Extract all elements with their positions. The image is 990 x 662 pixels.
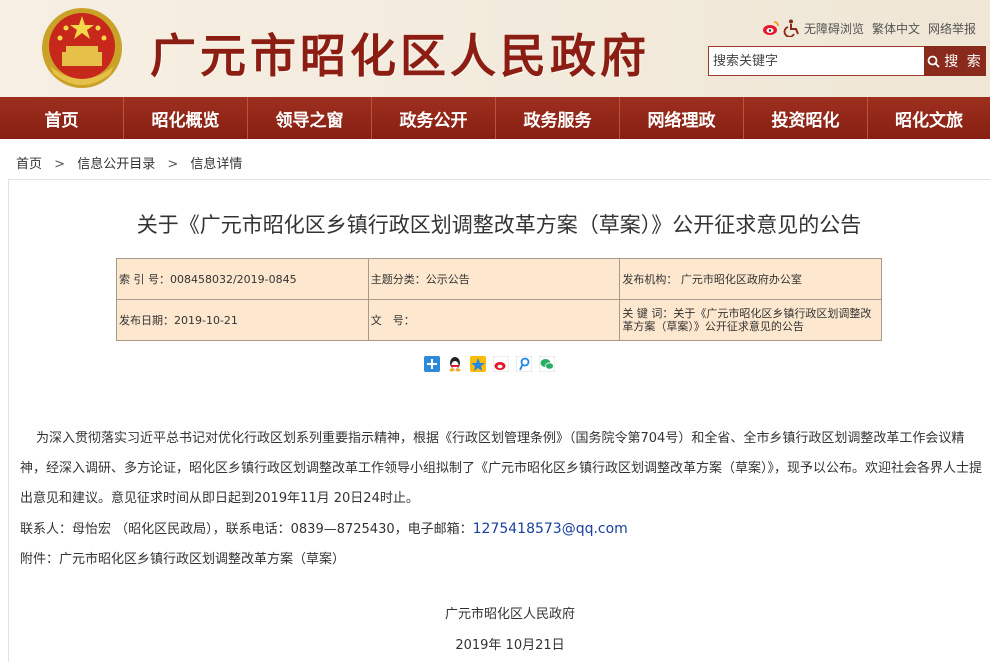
national-emblem-icon[interactable]	[40, 6, 124, 90]
meta-publisher: 发布机构： 广元市昭化区政府办公室	[619, 258, 882, 300]
traditional-chinese-link[interactable]: 繁体中文	[872, 20, 920, 37]
email-link[interactable]: 1275418573@qq.com	[473, 521, 628, 537]
breadcrumb-separator: >	[54, 157, 66, 172]
meta-doc-no: 文 号：	[367, 299, 621, 341]
article-body: 为深入贯彻落实习近平总书记对优化行政区划系列重要指示精神，根据《行政区划管理条例…	[20, 424, 982, 575]
search-button[interactable]: 搜 索	[924, 46, 986, 76]
signature-date: 2019年 10月21日	[455, 638, 565, 653]
share-bar	[424, 356, 562, 374]
nav-item-culture-tourism[interactable]: 昭化文旅	[868, 97, 990, 139]
nav-item-online-governance[interactable]: 网络理政	[620, 97, 744, 139]
qq-icon[interactable]	[447, 356, 463, 372]
nav-item-gov-services[interactable]: 政务服务	[496, 97, 620, 139]
sina-weibo-icon[interactable]	[493, 356, 509, 372]
weibo-icon[interactable]	[762, 19, 780, 37]
qzone-icon[interactable]	[470, 356, 486, 372]
utility-links: 无障碍浏览 繁体中文 网络举报	[762, 17, 984, 39]
signature-org: 广元市昭化区人民政府	[444, 607, 575, 622]
share-plus-icon[interactable]	[424, 356, 440, 372]
nav-item-investment[interactable]: 投资昭化	[744, 97, 868, 139]
meta-category: 主题分类：公示公告	[367, 258, 621, 300]
contact-text: 联系人：母怡宏 （昭化区民政局），联系电话：0839—8725430，电子邮箱：	[20, 522, 473, 537]
meta-index-no: 索 引 号：008458032/2019-0845	[116, 258, 369, 300]
search-button-label: 搜 索	[944, 54, 983, 70]
report-link[interactable]: 网络举报	[928, 20, 976, 37]
content-frame	[8, 179, 990, 662]
nav-item-overview[interactable]: 昭化概览	[124, 97, 248, 139]
breadcrumb: 首页 > 信息公开目录 > 信息详情	[16, 153, 242, 172]
article-title: 关于《广元市昭化区乡镇行政区划调整改革方案（草案）》公开征求意见的公告	[136, 213, 862, 237]
accessible-browsing-link[interactable]: 无障碍浏览	[804, 20, 864, 37]
meta-table: 索 引 号：008458032/2019-0845 主题分类：公示公告 发布机构…	[116, 258, 882, 341]
attachment-line[interactable]: 附件：广元市昭化区乡镇行政区划调整改革方案（草案）	[20, 545, 982, 575]
search-icon	[927, 55, 940, 68]
main-nav: 首页 昭化概览 领导之窗 政务公开 政务服务 网络理政 投资昭化 昭化文旅	[0, 97, 990, 139]
breadcrumb-detail[interactable]: 信息详情	[190, 157, 242, 172]
nav-item-gov-affairs[interactable]: 政务公开	[372, 97, 496, 139]
accessibility-icon[interactable]	[783, 19, 801, 37]
breadcrumb-catalog[interactable]: 信息公开目录	[77, 157, 155, 172]
article-paragraph: 为深入贯彻落实习近平总书记对优化行政区划系列重要指示精神，根据《行政区划管理条例…	[20, 431, 983, 506]
meta-date: 发布日期：2019-10-21	[116, 299, 369, 341]
nav-item-home[interactable]: 首页	[0, 97, 124, 139]
nav-item-leaders[interactable]: 领导之窗	[248, 97, 372, 139]
wechat-icon[interactable]	[539, 356, 555, 372]
site-title[interactable]: 广元市昭化区人民政府	[150, 20, 650, 86]
tencent-weibo-icon[interactable]	[516, 356, 532, 372]
breadcrumb-home[interactable]: 首页	[16, 157, 42, 172]
breadcrumb-separator: >	[167, 157, 179, 172]
contact-line: 联系人：母怡宏 （昭化区民政局），联系电话：0839—8725430，电子邮箱：…	[20, 514, 982, 545]
meta-keywords: 关 键 词：关于《广元市昭化区乡镇行政区划调整改革方案（草案）》公开征求意见的公…	[619, 299, 882, 341]
search-input[interactable]	[708, 46, 924, 76]
site-header: 广元市昭化区人民政府 无障碍浏览 繁体中文 网络举报 搜 索	[0, 0, 990, 97]
search-box: 搜 索	[708, 46, 986, 76]
